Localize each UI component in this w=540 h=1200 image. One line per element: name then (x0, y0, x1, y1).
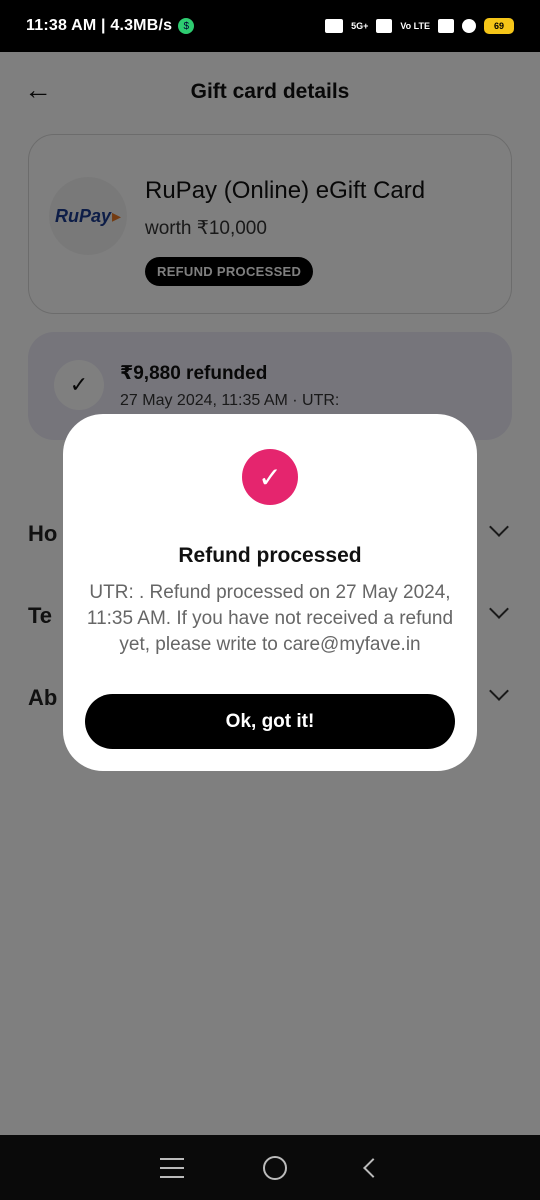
refund-dialog: ✓ Refund processed UTR: . Refund process… (63, 414, 477, 771)
signal-icon (376, 19, 393, 33)
notification-dot-icon: $ (178, 18, 195, 34)
battery-icon: 69 (484, 18, 514, 34)
hotspot-icon (462, 19, 476, 33)
briefcase-icon (325, 19, 344, 33)
dialog-message: UTR: . Refund processed on 27 May 2024, … (86, 582, 454, 655)
network-label-1: 5G+ (351, 20, 369, 31)
signal-icon-2 (438, 19, 454, 33)
network-label-2: Vo LTE (400, 20, 430, 31)
ok-got-it-button[interactable]: Ok, got it! (85, 694, 455, 749)
status-icons: 5G+ Vo LTE 69 (325, 18, 514, 34)
dialog-title: Refund processed (178, 544, 362, 567)
success-check-icon: ✓ (242, 449, 298, 505)
status-bar: 11:38 AM | 4.3MB/s $ 5G+ Vo LTE 69 (0, 0, 540, 52)
nav-back-icon[interactable] (363, 1157, 384, 1178)
status-time-speed: 11:38 AM | 4.3MB/s (26, 17, 173, 34)
home-icon[interactable] (262, 1155, 287, 1180)
recent-apps-icon[interactable] (159, 1157, 184, 1178)
system-nav-bar (0, 1135, 540, 1200)
